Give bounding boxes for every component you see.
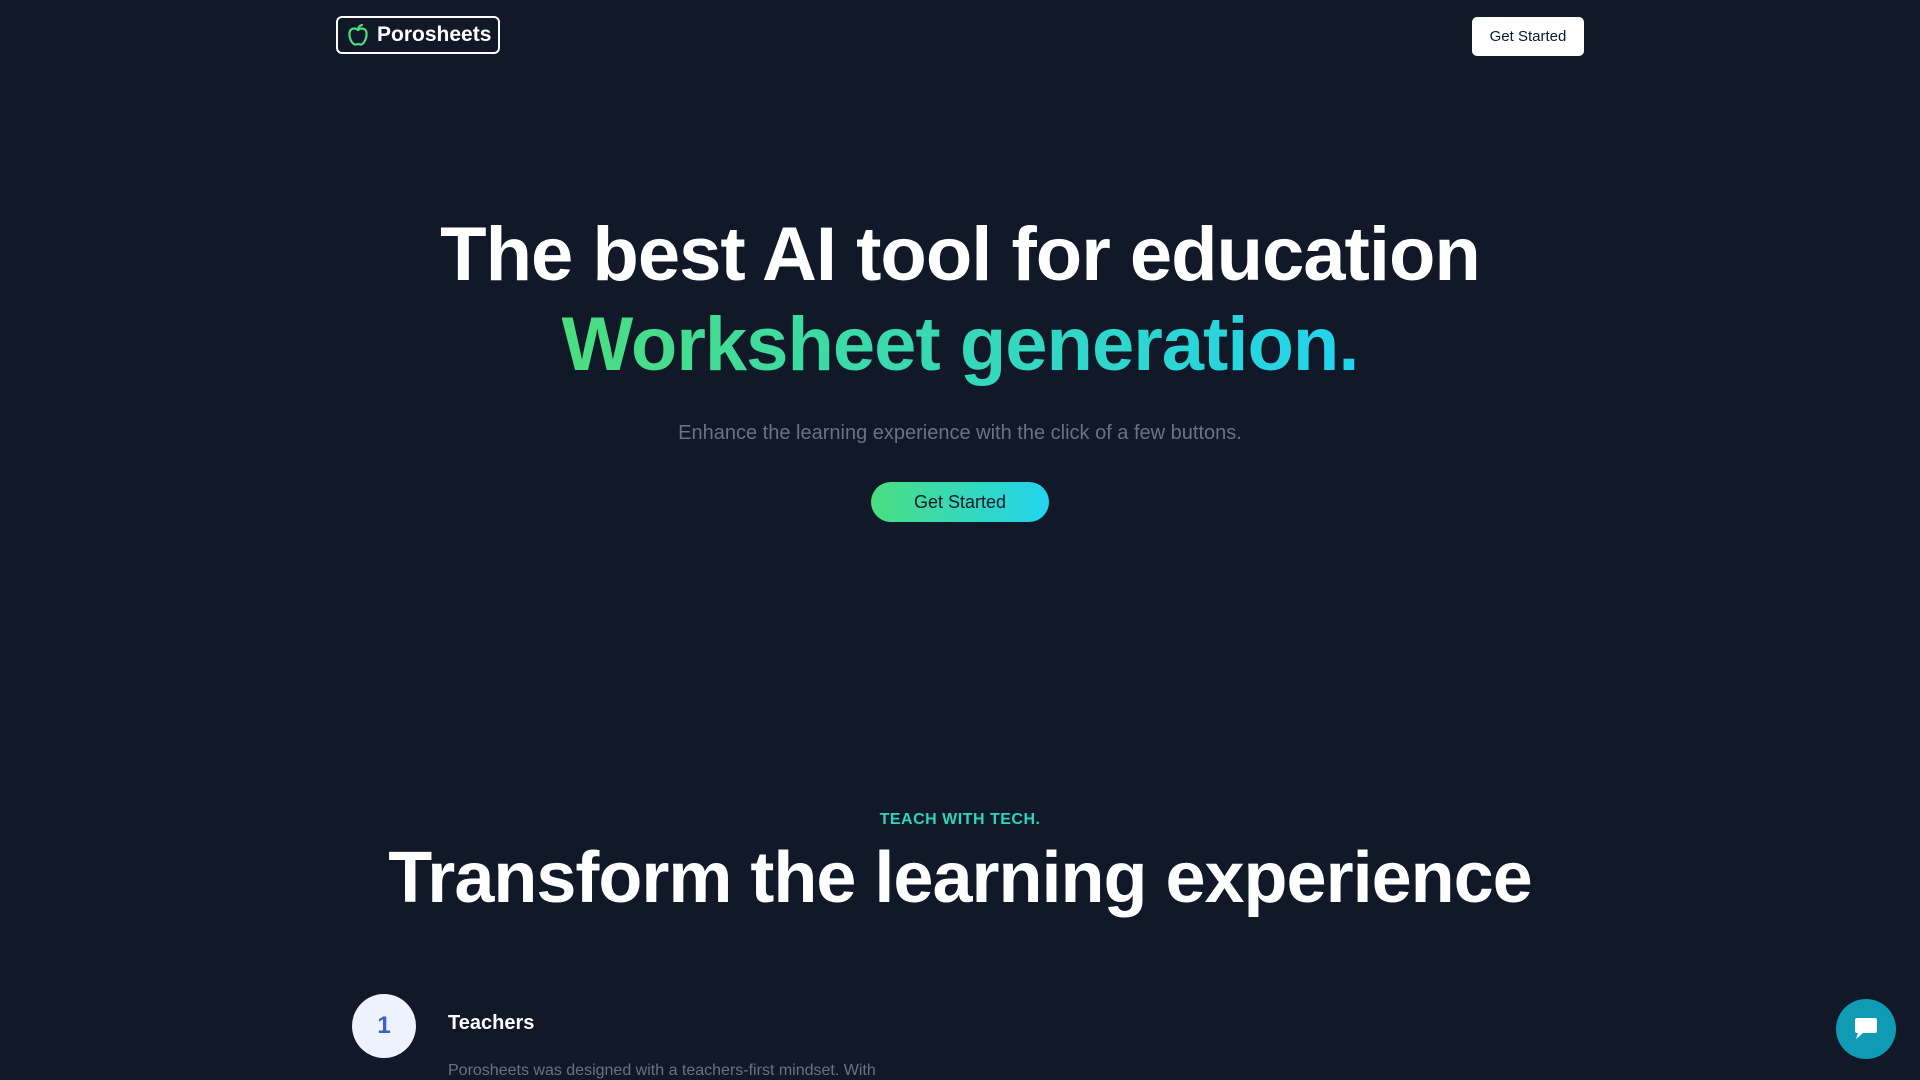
logo-link[interactable]: Porosheets [336,16,500,54]
step-number-badge: 1 [352,994,416,1058]
step-description: Porosheets was designed with a teachers-… [448,1062,876,1079]
header-get-started-button[interactable]: Get Started [1472,17,1584,56]
hero-subtitle: Enhance the learning experience with the… [678,422,1242,444]
step-title: Teachers [448,1012,535,1034]
chat-widget-button[interactable] [1836,999,1896,1059]
hero-title: The best AI tool for education [440,212,1481,297]
section-eyebrow: TEACH WITH TECH. [879,811,1041,828]
section-title: Transform the learning experience [388,838,1532,918]
chat-icon [1851,1014,1881,1045]
logo-text: Porosheets [377,23,492,46]
apple-icon [347,23,369,47]
hero-accent-text: Worksheet generation. [561,302,1360,387]
landing-page: Porosheets Get Started The best AI tool … [0,0,1920,1080]
hero-accent-title: Worksheet generation. [0,300,1920,390]
hero-get-started-button[interactable]: Get Started [871,482,1049,522]
